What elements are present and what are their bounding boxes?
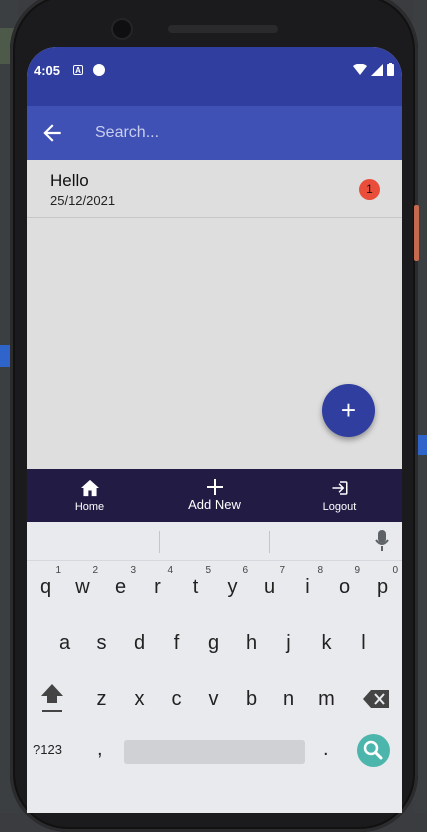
emulator-camera (113, 20, 131, 38)
status-time: 4:05 (34, 63, 61, 78)
home-icon (80, 479, 99, 496)
key-e[interactable]: e3 (102, 562, 139, 612)
backspace-key[interactable] (357, 674, 394, 724)
key-f[interactable]: f (158, 618, 195, 668)
signal-icon (371, 63, 383, 76)
nav-home[interactable]: Home (27, 469, 152, 522)
key-l[interactable]: l (345, 618, 382, 668)
key-char: w (75, 576, 90, 598)
nav-label: Add New (188, 497, 241, 512)
key-h[interactable]: h (233, 618, 270, 668)
item-title: Hello (50, 171, 89, 190)
emulator-speaker (168, 25, 278, 33)
key-char: p (376, 576, 389, 598)
key-char: o (338, 576, 351, 598)
plus-icon (206, 479, 223, 495)
key-hint: 2 (92, 565, 98, 576)
key-char: y (227, 576, 238, 598)
keyboard-row-1: q1 w2 e3 r4 t5 y6 u7 i8 o9 p0 (27, 562, 402, 618)
key-m[interactable]: m (308, 674, 345, 724)
nav-add-new[interactable]: Add New (152, 469, 277, 522)
battery-icon (387, 63, 394, 76)
key-x[interactable]: x (121, 674, 158, 724)
key-v[interactable]: v (195, 674, 232, 724)
key-hint: 3 (130, 565, 136, 576)
key-a[interactable]: a (46, 618, 83, 668)
count-badge: 1 (359, 179, 380, 200)
key-d[interactable]: d (121, 618, 158, 668)
key-s[interactable]: s (83, 618, 120, 668)
wifi-icon (353, 63, 367, 75)
soft-keyboard: q1 w2 e3 r4 t5 y6 u7 i8 o9 p0 a s d f g … (27, 522, 402, 813)
add-fab-button[interactable]: + (322, 384, 375, 437)
key-g[interactable]: g (195, 618, 232, 668)
key-j[interactable]: j (270, 618, 307, 668)
key-o[interactable]: o9 (326, 562, 363, 612)
emulator-volume-button[interactable] (414, 205, 419, 261)
key-hint: 4 (167, 565, 173, 576)
key-hint: 1 (55, 565, 61, 576)
microphone-icon[interactable] (375, 530, 389, 552)
search-icon (363, 740, 383, 760)
key-y[interactable]: y6 (214, 562, 251, 612)
search-input[interactable] (95, 121, 375, 145)
suggestion-divider (159, 531, 160, 553)
backspace-icon (362, 690, 389, 708)
key-r[interactable]: r4 (139, 562, 176, 612)
key-k[interactable]: k (308, 618, 345, 668)
key-char: i (305, 576, 310, 598)
device-screen: 4:05 A Hello 25/12/2021 1 + Home Add New (27, 47, 402, 813)
suggestion-strip (27, 522, 402, 561)
key-hint: 0 (392, 565, 398, 576)
shift-icon (40, 684, 63, 712)
status-icons (353, 63, 394, 76)
search-app-bar (27, 106, 402, 160)
key-char: u (263, 576, 276, 598)
notification-icon: A (73, 65, 83, 75)
symbols-key[interactable]: ?123 (33, 742, 62, 757)
key-hint: 6 (242, 565, 248, 576)
key-t[interactable]: t5 (177, 562, 214, 612)
key-hint: 9 (354, 565, 360, 576)
logout-icon (332, 480, 347, 495)
key-hint: 7 (279, 565, 285, 576)
nav-label: Logout (322, 500, 357, 513)
shift-key[interactable] (33, 674, 70, 724)
key-q[interactable]: q1 (27, 562, 64, 612)
key-hint: 8 (317, 565, 323, 576)
key-char: e (114, 576, 127, 598)
key-hint: 5 (205, 565, 211, 576)
back-arrow-icon[interactable] (39, 120, 65, 146)
keyboard-row-2: a s d f g h j k l (27, 618, 402, 674)
key-char: q (39, 576, 52, 598)
item-date: 25/12/2021 (50, 193, 116, 208)
key-char: r (154, 576, 161, 598)
period-key[interactable]: . (323, 738, 329, 761)
suggestion-divider (269, 531, 270, 553)
key-i[interactable]: i8 (289, 562, 326, 612)
comma-key[interactable]: , (97, 738, 103, 761)
space-key[interactable] (124, 740, 305, 764)
nav-label: Home (74, 500, 105, 513)
keyboard-row-4: ?123 , . (27, 730, 402, 786)
nav-logout[interactable]: Logout (277, 469, 402, 522)
key-n[interactable]: n (270, 674, 307, 724)
key-z[interactable]: z (83, 674, 120, 724)
key-p[interactable]: p0 (364, 562, 401, 612)
notification-icon (93, 64, 105, 76)
key-char: t (192, 576, 199, 598)
search-enter-key[interactable] (357, 734, 390, 767)
bottom-navigation: Home Add New Logout (27, 469, 402, 522)
list-item[interactable]: Hello 25/12/2021 1 (27, 160, 402, 218)
key-u[interactable]: u7 (251, 562, 288, 612)
keyboard-row-3: z x c v b n m (27, 674, 402, 730)
key-c[interactable]: c (158, 674, 195, 724)
status-bar: 4:05 A (27, 47, 402, 106)
key-b[interactable]: b (233, 674, 270, 724)
key-w[interactable]: w2 (64, 562, 101, 612)
